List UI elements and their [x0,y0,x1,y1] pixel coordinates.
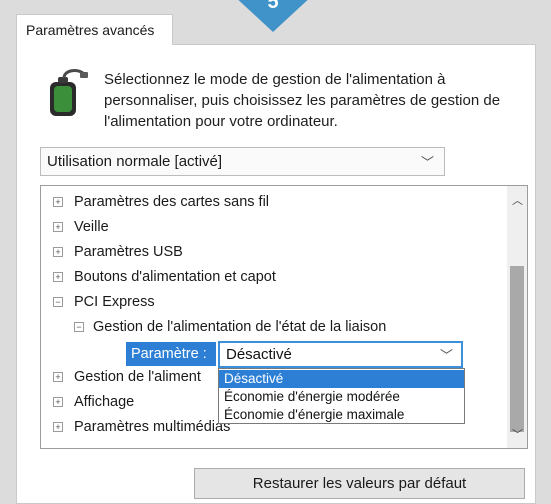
chevron-down-icon: ﹀ [420,155,434,170]
power-plan-description: Sélectionnez le mode de gestion de l'ali… [104,71,501,130]
parameter-dropdown: Désactivé Économie d'énergie modérée Éco… [218,368,465,424]
expand-icon[interactable]: + [53,222,63,232]
expand-icon[interactable]: + [53,272,63,282]
tree-scrollbar[interactable]: ︿ ﹀ [507,186,527,448]
scrollbar-thumb[interactable] [510,266,524,432]
power-plan-battery-icon [50,69,88,116]
power-plan-select[interactable]: Utilisation normale [activé] ﹀ [40,147,445,176]
collapse-icon[interactable]: − [74,322,84,332]
tab-advanced-settings[interactable]: Paramètres avancés [16,14,173,45]
expand-icon[interactable]: + [53,397,63,407]
parameter-select[interactable]: Désactivé ﹀ [218,341,463,368]
expand-icon[interactable]: + [53,247,63,257]
parameter-label: Paramètre : [126,342,216,366]
expand-icon[interactable]: + [53,197,63,207]
chevron-down-icon: ﹀ [439,348,453,363]
option-disabled[interactable]: Désactivé [219,370,464,388]
option-maximum-saving[interactable]: Économie d'énergie maximale [219,406,464,424]
power-plan-select-value: Utilisation normale [activé] [47,153,223,170]
option-moderate-saving[interactable]: Économie d'énergie modérée [219,388,464,406]
parameter-select-value: Désactivé [226,346,292,363]
restore-defaults-button[interactable]: Restaurer les valeurs par défaut [194,468,525,499]
scroll-down-icon[interactable]: ﹀ [512,426,523,442]
scroll-up-icon[interactable]: ︿ [512,192,523,208]
expand-icon[interactable]: + [53,422,63,432]
expand-icon[interactable]: + [53,372,63,382]
collapse-icon[interactable]: − [53,297,63,307]
step-badge-number: 5 [267,0,279,13]
